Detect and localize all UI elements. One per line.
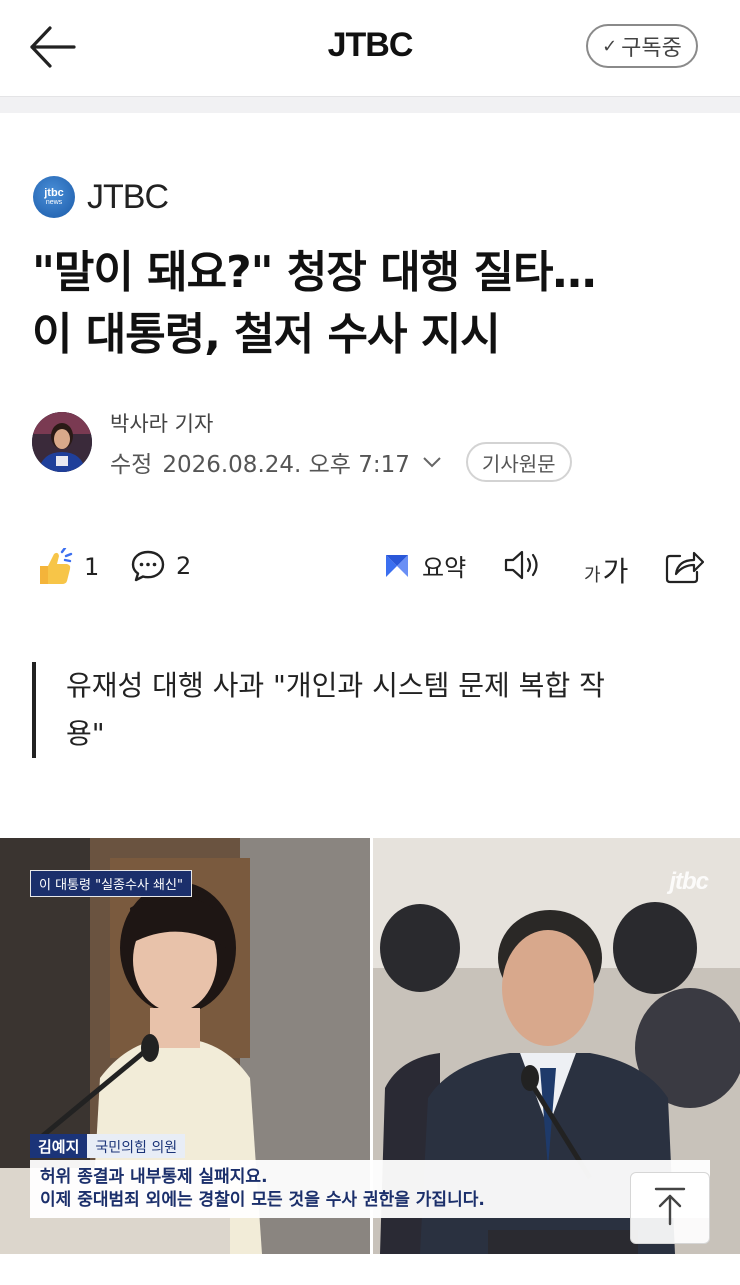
broadcast-topic-tag: 이 대통령 "실종수사 쇄신" [30, 870, 192, 897]
chevron-down-icon[interactable] [422, 450, 442, 474]
press-source[interactable]: jtbc news JTBC [33, 176, 169, 218]
headline-line: 이 대통령, 철저 수사 지시 [32, 309, 501, 360]
check-icon: ✓ [602, 35, 618, 57]
broadcaster-watermark: jtbc [669, 868, 709, 895]
article-action-bar: 1 2 요약 가 가 [0, 540, 740, 600]
press-logo-subtext: news [45, 199, 63, 206]
top-navigation-bar: JTBC ✓ 구독중 [0, 0, 740, 96]
ai-summary-icon [382, 551, 412, 581]
share-button[interactable] [664, 548, 704, 584]
caption-line: 이제 중대범죄 외에는 경찰이 모든 것을 수사 권한을 가집니다. [40, 1190, 485, 1210]
scroll-to-top-button[interactable] [630, 1172, 710, 1244]
original-article-button[interactable]: 기사원문 [465, 442, 572, 482]
headline-line: "말이 돼요?" 청장 대행 질타… [32, 247, 596, 298]
reporter-name[interactable]: 박사라 기자 [110, 408, 213, 438]
article-headline: "말이 돼요?" 청장 대행 질타… 이 대통령, 철저 수사 지시 [32, 242, 712, 366]
press-logo-text: jtbc [44, 187, 64, 199]
press-name: JTBC [87, 177, 169, 216]
subtitle-caption: 허위 종결과 내부통제 실패지요. 이제 중대범죄 외에는 경찰이 모든 것을 … [30, 1160, 710, 1218]
article-photo: 이 대통령 "실종수사 쇄신" jtbc 김예지 국민의힘 의원 허위 종결과 … [0, 838, 740, 1254]
arrow-up-icon [652, 1186, 688, 1230]
text-to-speech-button[interactable] [502, 548, 544, 582]
subscribe-button[interactable]: ✓ 구독중 [586, 24, 698, 68]
thumbs-up-icon [34, 548, 74, 586]
article-subheading: 유재성 대행 사과 "개인과 시스템 문제 복합 작 용" [32, 662, 708, 758]
comment-button[interactable]: 2 [130, 548, 191, 584]
speaker-role: 국민의힘 의원 [87, 1134, 186, 1158]
header-divider [0, 96, 740, 113]
like-button[interactable]: 1 [34, 548, 99, 586]
share-icon [664, 548, 704, 584]
subheading-line: 유재성 대행 사과 "개인과 시스템 문제 복합 작 [66, 669, 605, 702]
font-size-large-label: 가 [602, 555, 629, 588]
font-size-small-label: 가 [584, 565, 601, 586]
like-count: 1 [84, 553, 100, 581]
summary-button[interactable]: 요약 [382, 548, 466, 583]
subscribe-label: 구독중 [621, 36, 682, 61]
press-logo: jtbc news [33, 176, 75, 218]
article-timestamp: 2026.08.24. 오후 7:17 [162, 452, 410, 478]
subheading-line: 용" [66, 717, 105, 750]
modified-label: 수정 [110, 452, 153, 478]
caption-line: 허위 종결과 내부통제 실패지요. [40, 1167, 268, 1187]
article-meta: 수정 2026.08.24. 오후 7:17 기사원문 [110, 442, 572, 482]
speaker-name: 김예지 [30, 1134, 88, 1158]
font-size-button[interactable]: 가 가 [584, 550, 628, 590]
speaker-icon [502, 548, 544, 582]
comment-bubble-icon [130, 548, 166, 584]
summary-label: 요약 [422, 554, 467, 582]
comment-count: 2 [176, 552, 192, 580]
reporter-avatar[interactable] [32, 412, 92, 472]
speaker-name-tag: 김예지 국민의힘 의원 [30, 1134, 186, 1158]
